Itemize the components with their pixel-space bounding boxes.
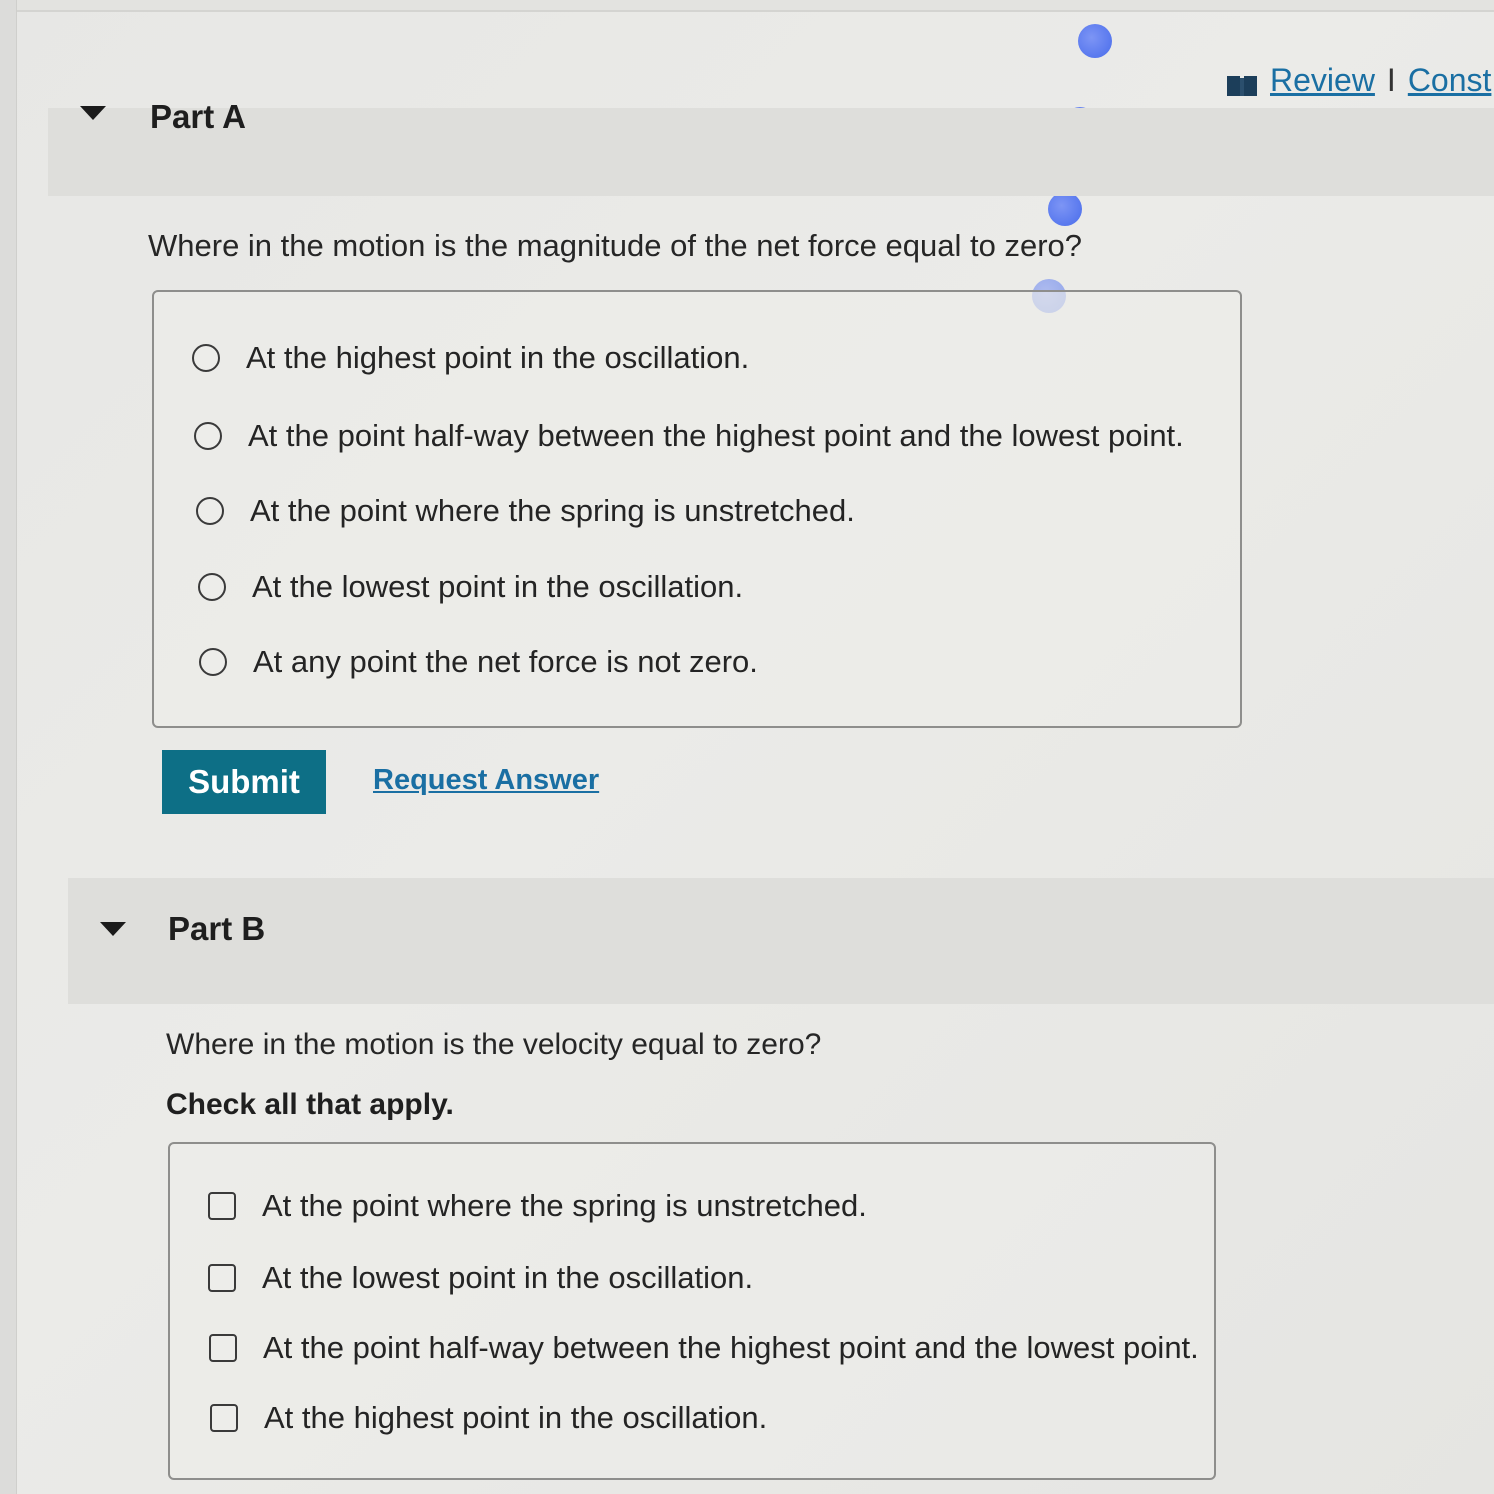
part-b-header[interactable] xyxy=(68,878,1494,1004)
constants-link[interactable]: Const xyxy=(1408,62,1492,99)
caret-down-icon[interactable] xyxy=(100,922,126,936)
option-label: At the lowest point in the oscillation. xyxy=(252,569,744,604)
option-label: At the point half-way between the highes… xyxy=(263,1330,1199,1365)
part-b-option[interactable]: At the point where the spring is unstret… xyxy=(208,1188,867,1224)
checkbox[interactable] xyxy=(208,1192,236,1220)
option-label: At the highest point in the oscillation. xyxy=(246,340,750,375)
review-link[interactable]: Review xyxy=(1270,62,1375,99)
radio-button[interactable] xyxy=(196,497,224,525)
part-a-option[interactable]: At the point half-way between the highes… xyxy=(194,418,1184,454)
review-constants-links: Review I Const xyxy=(1226,62,1491,99)
radio-button[interactable] xyxy=(192,344,220,372)
part-a-option[interactable]: At any point the net force is not zero. xyxy=(199,644,758,680)
radio-button[interactable] xyxy=(194,422,222,450)
option-label: At the lowest point in the oscillation. xyxy=(262,1260,754,1295)
book-icon xyxy=(1226,69,1258,96)
option-label: At the point where the spring is unstret… xyxy=(262,1188,867,1223)
part-b-question: Where in the motion is the velocity equa… xyxy=(166,1028,822,1061)
request-answer-link[interactable]: Request Answer xyxy=(373,764,599,797)
caret-down-icon[interactable] xyxy=(80,106,106,120)
top-divider xyxy=(0,0,1494,12)
part-a-question: Where in the motion is the magnitude of … xyxy=(148,228,1082,263)
option-label: At the point where the spring is unstret… xyxy=(250,493,855,528)
progress-dot-1 xyxy=(1078,24,1112,58)
option-label: At the point half-way between the highes… xyxy=(248,418,1184,453)
part-b-option[interactable]: At the point half-way between the highes… xyxy=(209,1330,1199,1366)
checkbox[interactable] xyxy=(208,1264,236,1292)
radio-button[interactable] xyxy=(198,573,226,601)
left-page-edge xyxy=(0,0,17,1494)
radio-button[interactable] xyxy=(199,648,227,676)
submit-button[interactable]: Submit xyxy=(162,750,326,814)
part-b-title: Part B xyxy=(168,910,266,947)
part-a-title: Part A xyxy=(150,98,246,135)
part-a-header[interactable] xyxy=(48,108,1494,196)
option-label: At the highest point in the oscillation. xyxy=(264,1400,768,1435)
part-a-option[interactable]: At the lowest point in the oscillation. xyxy=(198,569,743,605)
part-a-option[interactable]: At the point where the spring is unstret… xyxy=(196,493,855,529)
part-b-option[interactable]: At the lowest point in the oscillation. xyxy=(208,1260,753,1296)
option-label: At any point the net force is not zero. xyxy=(253,644,758,679)
part-b-instruction: Check all that apply. xyxy=(166,1088,454,1121)
checkbox[interactable] xyxy=(210,1404,238,1432)
part-a-option[interactable]: At the highest point in the oscillation. xyxy=(192,340,749,376)
part-b-option[interactable]: At the highest point in the oscillation. xyxy=(210,1400,767,1436)
link-separator: I xyxy=(1386,62,1396,98)
checkbox[interactable] xyxy=(209,1334,237,1362)
progress-dot-3 xyxy=(1048,192,1082,226)
